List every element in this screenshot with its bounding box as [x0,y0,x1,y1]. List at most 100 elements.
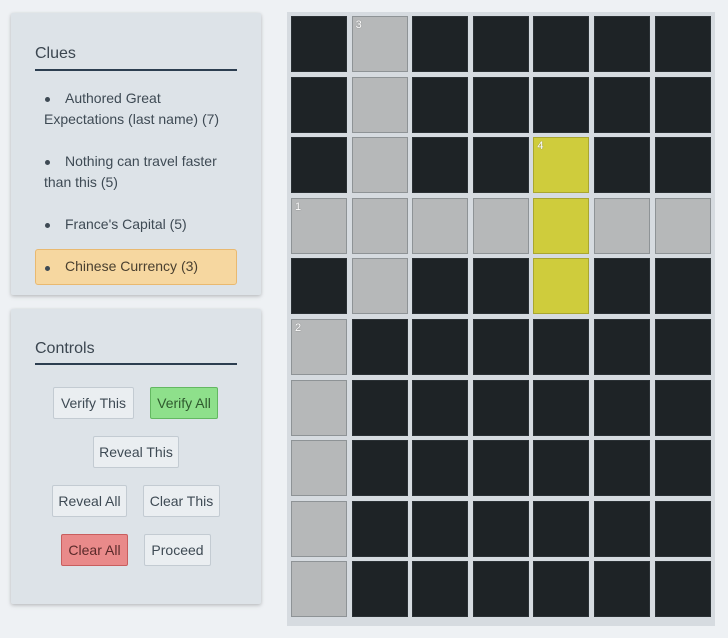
grid-letter-cell[interactable] [654,197,711,254]
cell-number: 2 [295,322,302,334]
grid-block-cell [654,379,711,436]
bullet-icon [45,223,50,228]
grid-block-cell [533,440,590,497]
bullet-icon [45,97,50,102]
verify-all-button[interactable]: Verify All [150,387,218,419]
cell-number: 1 [295,200,302,213]
clear-this-button[interactable]: Clear This [143,485,220,517]
proceed-button[interactable]: Proceed [144,534,211,566]
grid-block-cell [351,440,408,497]
grid-block-cell [654,137,711,194]
grid-block-cell [594,76,650,133]
controls-divider [35,363,237,365]
grid-letter-cell[interactable] [412,197,469,254]
grid-block-cell [594,16,650,72]
grid-block-cell [412,379,469,436]
grid-block-cell [533,379,590,436]
grid-block-cell [412,137,469,194]
grid-block-cell [291,76,347,133]
grid-block-cell [472,379,529,436]
grid-block-cell [594,137,650,194]
grid-block-cell [472,76,529,133]
grid-letter-cell[interactable] [351,137,408,194]
reveal-all-button[interactable]: Reveal All [52,485,127,517]
clues-panel: Clues Authored Great Expectations (last … [11,13,261,295]
grid-block-cell [594,561,650,618]
grid-letter-cell[interactable] [533,197,590,254]
grid-block-cell [351,379,408,436]
grid-block-cell [594,379,650,436]
verify-this-button[interactable]: Verify This [53,387,134,419]
clues-title: Clues [35,45,76,62]
clue-list: Authored Great Expectations (last name) … [35,83,237,296]
clear-all-button[interactable]: Clear All [61,534,128,566]
grid-block-cell [472,561,529,618]
grid-block-cell [472,137,529,194]
grid-block-cell [472,319,529,375]
grid-block-cell [654,500,711,557]
grid-letter-cell[interactable] [291,440,347,497]
grid-letter-cell[interactable] [291,561,347,618]
grid-block-cell [654,440,711,497]
grid-letter-cell[interactable]: 4 [533,137,590,194]
grid-block-cell [654,319,711,375]
grid-block-cell [594,258,650,315]
clue-item-4-active[interactable]: Chinese Currency (3) [35,249,237,285]
clues-divider [35,69,237,71]
grid-block-cell [412,16,469,72]
grid-block-cell [412,561,469,618]
clue-item-3[interactable]: France's Capital (5) [35,209,237,240]
grid-block-cell [351,561,408,618]
cell-number: 3 [355,19,362,31]
grid-block-cell [654,76,711,133]
grid-block-cell [412,500,469,557]
grid-block-cell [533,319,590,375]
clue-text: France's Capital (5) [65,216,187,232]
grid-block-cell [412,319,469,375]
grid-block-cell [654,258,711,315]
grid-block-cell [472,500,529,557]
clue-text: Chinese Currency (3) [65,258,199,274]
grid-letter-cell[interactable] [594,197,650,254]
grid-letter-cell[interactable] [291,379,347,436]
grid-block-cell [412,76,469,133]
clue-text: Authored Great Expectations (last name) … [44,90,220,127]
grid-block-cell [594,319,650,375]
reveal-this-button[interactable]: Reveal This [93,436,179,468]
grid-letter-cell[interactable] [472,197,529,254]
grid-letter-cell[interactable] [351,76,408,133]
bullet-icon [45,160,50,165]
grid-letter-cell[interactable] [351,258,408,315]
grid-block-cell [472,440,529,497]
grid-letter-cell[interactable]: 2 [291,319,347,375]
grid-letter-cell[interactable]: 3 [351,16,408,72]
grid-letter-cell[interactable]: 1 [291,197,347,254]
grid-block-cell [412,440,469,497]
controls-panel: Controls Verify This Verify All Reveal T… [11,309,261,604]
grid-letter-cell[interactable] [351,197,408,254]
grid-block-cell [291,258,347,315]
grid-block-cell [533,76,590,133]
grid-block-cell [472,258,529,315]
grid-block-cell [351,500,408,557]
crossword-board: 3 4 1 2 [287,12,715,626]
grid-block-cell [533,561,590,618]
grid-block-cell [351,319,408,375]
controls-title: Controls [35,340,95,357]
clue-item-1[interactable]: Authored Great Expectations (last name) … [35,83,237,135]
cell-number: 4 [537,140,544,153]
grid-block-cell [533,16,590,72]
grid-block-cell [594,440,650,497]
clue-text: Nothing can travel faster than this (5) [44,153,217,190]
grid-letter-cell[interactable] [533,258,590,315]
grid-block-cell [472,16,529,72]
grid-block-cell [533,500,590,557]
grid-block-cell [291,137,347,194]
grid-block-cell [412,258,469,315]
grid-block-cell [291,16,347,72]
grid-letter-cell[interactable] [291,500,347,557]
grid-block-cell [654,561,711,618]
bullet-icon [45,266,50,271]
clue-item-2[interactable]: Nothing can travel faster than this (5) [35,146,237,198]
grid-block-cell [594,500,650,557]
